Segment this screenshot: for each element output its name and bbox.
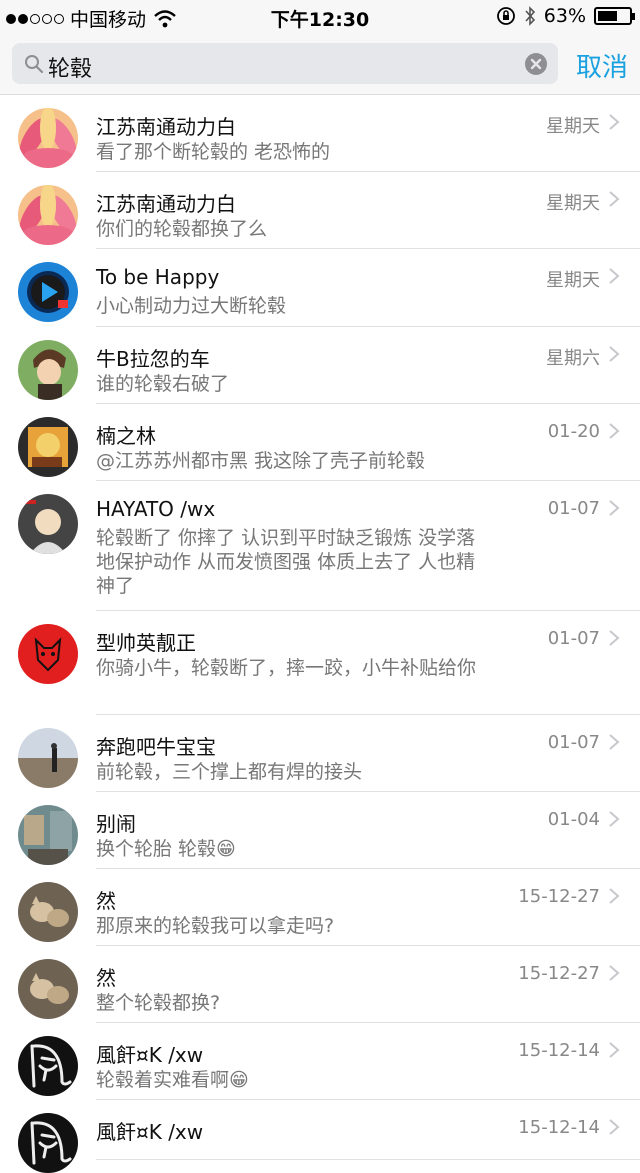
clear-icon[interactable] [524, 52, 548, 76]
chevron-right-icon [609, 888, 620, 904]
message-snippet: 换个轮胎 轮毂😁 [96, 838, 236, 860]
message-snippet: 轮毂着实难看啊😁 [96, 1069, 249, 1091]
beach-avatar [18, 728, 78, 788]
result-row[interactable]: 牛B拉忽的车 星期六谁的轮毂右破了 [0, 327, 640, 404]
result-row[interactable]: 别闹 01-04 换个轮胎 轮毂😁 [0, 792, 640, 869]
result-row[interactable]: 然 15-12-27 那原来的轮毂我可以拿走吗? [0, 869, 640, 946]
chevron-right-icon [609, 630, 620, 646]
message-snippet: 你骑小牛，轮毂断了，摔一跤，小牛补贴给你 [96, 657, 477, 679]
message-snippet: 轮毂断了 你摔了 认识到平时缺乏锻炼 没学落地保护动作 从而发愤图强 体质上去了… [96, 527, 476, 597]
contact-name: To be Happy [96, 265, 220, 289]
cat-avatar [18, 882, 78, 942]
contact-name: 牛B拉忽的车 [96, 347, 210, 371]
chevron-right-icon [609, 734, 620, 750]
status-right: 63% [496, 5, 635, 27]
calligraphy-avatar [18, 1113, 78, 1173]
contact-name: 然 [96, 966, 116, 990]
contact-name: 然 [96, 889, 116, 913]
search-input[interactable]: 轮毂 [12, 43, 558, 84]
message-date: 15-12-14 [518, 1117, 600, 1138]
battery-icon [594, 7, 635, 25]
message-date: 星期六 [546, 348, 600, 369]
contact-name: HAYATO /wx [96, 497, 216, 521]
result-row[interactable]: 江苏南通动力白 星期天看了那个断轮毂的 老恐怖的 [0, 95, 640, 172]
message-date: 01-04 [547, 809, 600, 830]
message-date: 01-07 [547, 498, 600, 519]
result-row[interactable]: 然 15-12-27 整个轮毂都换? [0, 946, 640, 1023]
search-query: 轮毂 [48, 57, 93, 82]
contact-name: 風飦¤K /xw [96, 1043, 204, 1067]
message-snippet: 谁的轮毂右破了 [96, 373, 230, 395]
contact-name: 風飦¤K /xw [96, 1120, 204, 1144]
result-row[interactable]: To be Happy 星期天小心制动力过大断轮毂 [0, 249, 640, 327]
search-header: 轮毂 取消 [0, 32, 640, 94]
message-date: 15-12-27 [518, 963, 600, 984]
orientation-lock-icon [496, 7, 515, 25]
battery-fill [598, 11, 617, 21]
message-date: 01-07 [547, 732, 600, 753]
play-logo-avatar [18, 262, 78, 322]
bald-hero-avatar [18, 494, 78, 554]
contact-name: 江苏南通动力白 [96, 192, 236, 216]
message-date: 15-12-27 [518, 886, 600, 907]
contact-name: 楠之林 [96, 424, 156, 448]
result-row[interactable]: 楠之林 01-20 @江苏苏州都市黑 我这除了壳子前轮毂 [0, 404, 640, 481]
red-beast-avatar [18, 624, 78, 684]
result-row[interactable]: HAYATO /wx 01-07 轮毂断了 你摔了 认识到平时缺乏锻炼 没学落地保护… [0, 481, 640, 611]
chevron-right-icon [609, 191, 620, 207]
message-date: 15-12-14 [518, 1040, 600, 1061]
flower-avatar [18, 108, 78, 168]
message-snippet: 整个轮毂都换? [96, 992, 221, 1014]
contact-name: 江苏南通动力白 [96, 115, 236, 139]
message-date: 星期天 [546, 116, 600, 137]
result-row[interactable]: 江苏南通动力白 星期天你们的轮毂都换了么 [0, 172, 640, 249]
chevron-right-icon [609, 500, 620, 516]
message-date: 01-20 [547, 421, 600, 442]
chevron-right-icon [609, 423, 620, 439]
contact-name: 别闹 [96, 812, 136, 836]
message-snippet: 你们的轮毂都换了么 [96, 218, 268, 240]
contact-name: 奔跑吧牛宝宝 [96, 735, 216, 759]
calligraphy-avatar [18, 1036, 78, 1096]
row-divider [96, 1159, 640, 1160]
result-row[interactable]: 風飦¤K /xw 15-12-14 [0, 1100, 640, 1173]
chevron-right-icon [609, 346, 620, 362]
message-date: 星期天 [546, 270, 600, 291]
status-bar: 中国移动 下午12:30 63% [0, 0, 640, 32]
battery-percent: 63% [543, 5, 586, 27]
search-results-list: 江苏南通动力白 星期天 看了那个断轮毂的 老恐怖的 江苏南通动力白 星期天 你们的轮毂都换… [0, 95, 640, 1173]
flower-avatar [18, 185, 78, 245]
chevron-right-icon [609, 114, 620, 130]
result-row[interactable]: 風飦¤K /xw 15-12-14 轮毂着实难看啊😁 [0, 1023, 640, 1100]
chevron-right-icon [609, 965, 620, 981]
result-row[interactable]: 奔跑吧牛宝宝 01-07 前轮毂，三个撑上都有焊的接头 [0, 715, 640, 792]
contact-name: 型帅英靓正 [96, 631, 196, 655]
result-row[interactable]: 型帅英靓正 01-07 你骑小牛，轮毂断了，摔一跤，小牛补贴给你 [0, 611, 640, 715]
cat-avatar [18, 959, 78, 1019]
message-snippet: 小心制动力过大断轮毂 [96, 295, 287, 317]
chevron-right-icon [609, 811, 620, 827]
bluetooth-icon [525, 6, 535, 26]
chevron-right-icon [609, 268, 620, 284]
message-date: 星期天 [546, 193, 600, 214]
message-snippet: 前轮毂，三个撑上都有焊的接头 [96, 761, 363, 783]
chevron-right-icon [609, 1119, 620, 1135]
search-icon [25, 55, 44, 74]
message-snippet: 看了那个断轮毂的 老恐怖的 [96, 141, 331, 163]
message-date: 01-07 [547, 628, 600, 649]
message-snippet: @江苏苏州都市黑 我这除了壳子前轮毂 [96, 450, 426, 472]
message-snippet: 那原来的轮毂我可以拿走吗? [96, 915, 335, 937]
cancel-button[interactable]: 取消 [576, 47, 628, 84]
street-avatar [18, 805, 78, 865]
chevron-right-icon [609, 1042, 620, 1058]
anime-boy-avatar [18, 340, 78, 400]
cartoon-avatar [18, 417, 78, 477]
